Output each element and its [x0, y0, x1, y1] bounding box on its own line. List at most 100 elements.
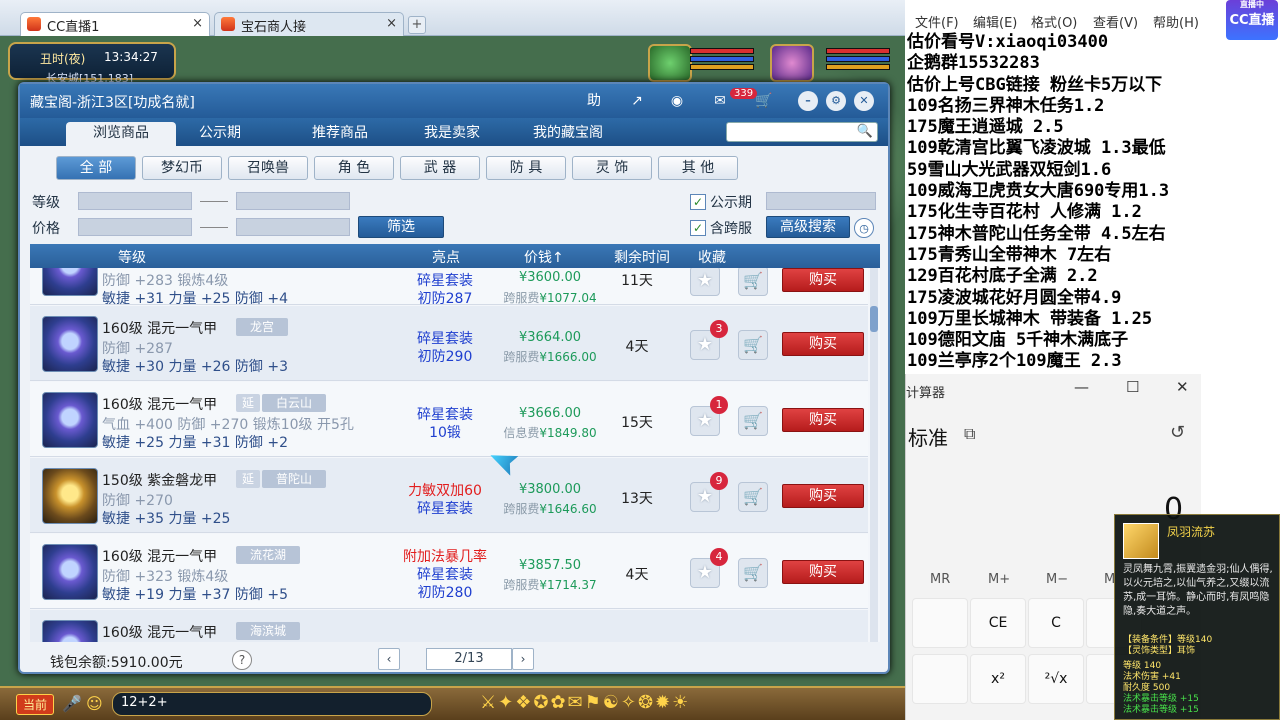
item-name[interactable]: 160级 混元一气甲: [102, 394, 217, 414]
microphone-icon[interactable]: 🎤: [62, 694, 82, 713]
table-row[interactable]: 防御 +283 锻炼4级 敏捷 +31 力量 +25 防御 +4 碎星套装 初防…: [30, 268, 868, 307]
category-armor[interactable]: 防 具: [486, 156, 566, 180]
square-key[interactable]: x²: [970, 654, 1026, 704]
menu-edit[interactable]: 编辑(E): [973, 12, 1017, 31]
category-weapon[interactable]: 武 器: [400, 156, 480, 180]
item-name[interactable]: 160级 混元一气甲: [102, 622, 217, 642]
reciprocal-key[interactable]: [912, 654, 968, 704]
next-page-button[interactable]: ›: [512, 648, 534, 670]
cart-icon[interactable]: 🛒: [752, 90, 776, 112]
menu-view[interactable]: 查看(V): [1093, 12, 1138, 31]
minimize-icon[interactable]: –: [798, 91, 818, 111]
tab-seller[interactable]: 我是卖家: [402, 122, 502, 146]
buy-button[interactable]: 购买: [782, 408, 864, 432]
chat-input[interactable]: 12+2+: [112, 692, 432, 716]
item-image[interactable]: [42, 468, 98, 524]
clear-key[interactable]: C: [1028, 598, 1084, 648]
message-icon[interactable]: ✉: [708, 90, 732, 112]
category-other[interactable]: 其 他: [658, 156, 738, 180]
add-to-cart-icon[interactable]: 🛒: [738, 482, 768, 512]
item-image[interactable]: [42, 620, 98, 642]
tab-public[interactable]: 公示期: [180, 122, 260, 146]
col-level[interactable]: 等级: [118, 247, 146, 267]
game-toolbar-icons[interactable]: ⚔✦❖✪✿✉⚑☯✧❂✹☀: [480, 692, 690, 713]
table-row[interactable]: 160级 混元一气甲 延 白云山 气血 +400 防御 +270 锻炼10级 开…: [30, 382, 868, 457]
buy-button[interactable]: 购买: [782, 268, 864, 292]
tab-recommend[interactable]: 推荐商品: [290, 122, 390, 146]
percent-key[interactable]: [912, 598, 968, 648]
history-icon[interactable]: ◷: [854, 218, 874, 238]
scrollbar-thumb[interactable]: [870, 306, 878, 332]
public-period-checkbox[interactable]: ✓: [690, 194, 706, 210]
browser-tab-live[interactable]: CC直播1 ×: [20, 12, 210, 36]
tab-browse[interactable]: 浏览商品: [66, 122, 176, 146]
settings-icon[interactable]: ⚙: [826, 91, 846, 111]
level-max-input[interactable]: [236, 192, 350, 210]
item-name[interactable]: 160级 混元一气甲: [102, 318, 217, 338]
search-input[interactable]: 🔍: [726, 122, 878, 142]
table-row[interactable]: 160级 混元一气甲 流花湖 防御 +323 锻炼4级 敏捷 +19 力量 +3…: [30, 534, 868, 609]
buy-button[interactable]: 购买: [782, 484, 864, 508]
menu-help[interactable]: 帮助(H): [1153, 12, 1199, 31]
cross-server-checkbox[interactable]: ✓: [690, 220, 706, 236]
item-image[interactable]: [42, 392, 98, 448]
category-accessory[interactable]: 灵 饰: [572, 156, 652, 180]
list-scrollbar[interactable]: [870, 268, 878, 642]
close-tab-icon[interactable]: ×: [386, 16, 397, 31]
add-to-cart-icon[interactable]: 🛒: [738, 268, 768, 296]
price-min-input[interactable]: [78, 218, 192, 236]
category-pet[interactable]: 召唤兽: [228, 156, 308, 180]
new-tab-button[interactable]: +: [408, 16, 426, 34]
level-min-input[interactable]: [78, 192, 192, 210]
menu-format[interactable]: 格式(O): [1031, 12, 1077, 31]
notepad-text[interactable]: 估价看号V:xiaoqi03400 企鹅群15532283 估价上号CBG链接 …: [907, 32, 1227, 394]
menu-file[interactable]: 文件(F): [915, 12, 959, 31]
item-name[interactable]: 160级 混元一气甲: [102, 546, 217, 566]
item-image[interactable]: [42, 268, 98, 296]
memory-recall-button[interactable]: MR: [930, 572, 950, 587]
memory-add-button[interactable]: M+: [988, 572, 1010, 587]
filter-button[interactable]: 筛选: [358, 216, 444, 238]
minimize-icon[interactable]: —: [1074, 378, 1089, 396]
item-image[interactable]: [42, 316, 98, 372]
item-name[interactable]: 150级 紫金磐龙甲: [102, 470, 217, 490]
public-period-select[interactable]: [766, 192, 876, 210]
add-to-cart-icon[interactable]: 🛒: [738, 330, 768, 360]
item-image[interactable]: [42, 544, 98, 600]
close-icon[interactable]: ✕: [854, 91, 874, 111]
calculator-mode[interactable]: 标准: [908, 422, 948, 451]
category-role[interactable]: 角 色: [314, 156, 394, 180]
page-indicator[interactable]: 2/13: [426, 648, 512, 670]
table-row[interactable]: 160级 混元一气甲 龙宫 防御 +287 敏捷 +30 力量 +26 防御 +…: [30, 306, 868, 381]
table-row[interactable]: 160级 混元一气甲 海滨城: [30, 610, 868, 642]
tab-my-pavilion[interactable]: 我的藏宝阁: [508, 122, 628, 146]
channel-current-button[interactable]: 当前: [16, 694, 55, 715]
col-price[interactable]: 价钱↑: [524, 247, 564, 267]
help-button[interactable]: 助: [580, 90, 608, 112]
advanced-search-button[interactable]: 高级搜索: [766, 216, 850, 238]
history-icon[interactable]: ↺: [1170, 422, 1185, 443]
prev-page-button[interactable]: ‹: [378, 648, 400, 670]
close-tab-icon[interactable]: ×: [192, 16, 203, 31]
browser-tab-merchant[interactable]: 宝石商人接 ×: [214, 12, 404, 36]
price-max-input[interactable]: [236, 218, 350, 236]
share-icon[interactable]: ↗: [624, 90, 650, 112]
table-row[interactable]: 150级 紫金磐龙甲 延 普陀山 防御 +270 敏捷 +35 力量 +25 力…: [30, 458, 868, 533]
category-all[interactable]: 全 部: [56, 156, 136, 180]
favorite-star-icon[interactable]: ★: [690, 268, 720, 296]
buy-button[interactable]: 购买: [782, 560, 864, 584]
player-avatar[interactable]: [770, 44, 814, 82]
buy-button[interactable]: 购买: [782, 332, 864, 356]
add-to-cart-icon[interactable]: 🛒: [738, 406, 768, 436]
stop-icon[interactable]: ◉: [666, 90, 688, 112]
sqrt-key[interactable]: ²√x: [1028, 654, 1084, 704]
search-icon[interactable]: 🔍: [857, 124, 873, 139]
clear-entry-key[interactable]: CE: [970, 598, 1026, 648]
category-currency[interactable]: 梦幻币: [142, 156, 222, 180]
keep-on-top-icon[interactable]: ⧉: [964, 424, 975, 444]
pet-avatar[interactable]: [648, 44, 692, 82]
help-icon[interactable]: ?: [232, 650, 252, 670]
close-icon[interactable]: ✕: [1176, 378, 1189, 396]
add-to-cart-icon[interactable]: 🛒: [738, 558, 768, 588]
col-remaining[interactable]: 剩余时间: [614, 247, 670, 267]
